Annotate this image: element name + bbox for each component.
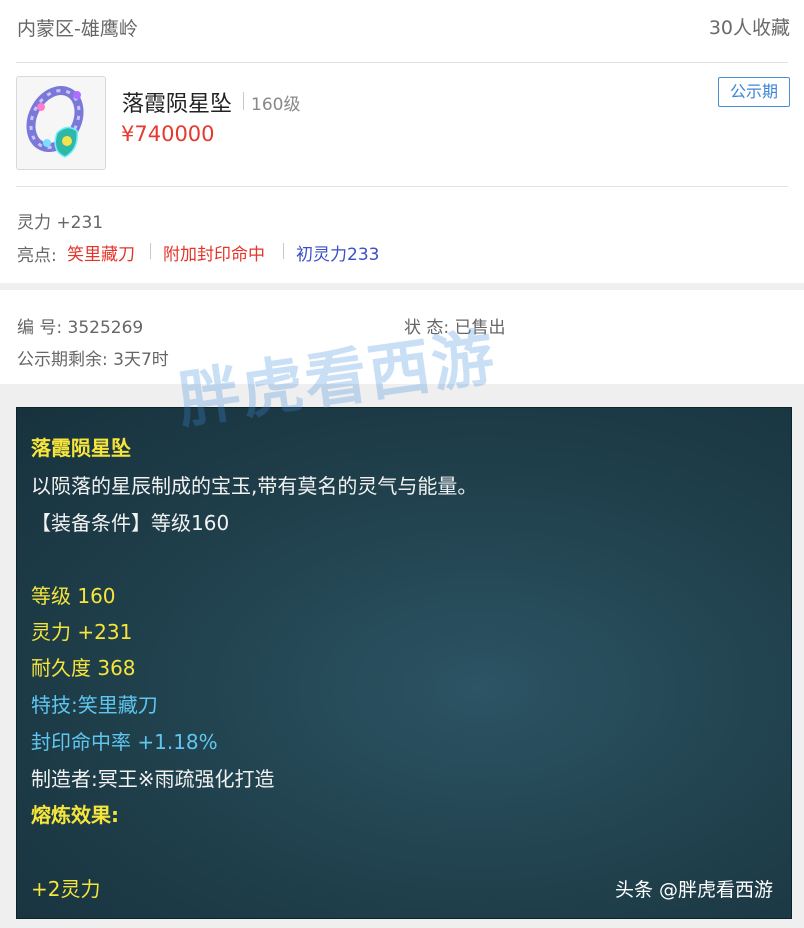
serial-number: 编 号: 3525269 [17,318,144,338]
divider [16,186,788,187]
tooltip-refine-value: +2灵力 [31,877,101,901]
divider [150,243,151,259]
tooltip-title: 落霞陨星坠 [31,436,131,460]
highlight-tag: 笑里藏刀 [67,245,135,265]
tooltip-durability: 耐久度 368 [31,656,136,680]
public-period-remaining: 公示期剩余: 3天7时 [17,350,169,370]
tooltip-requirement: 【装备条件】等级160 [31,511,230,535]
spirit-attribute: 灵力 +231 [17,213,104,233]
item-name[interactable]: 落霞陨星坠 [122,86,232,118]
highlight-tag: 附加封印命中 [163,245,265,265]
divider [243,92,244,110]
divider [283,243,284,259]
item-summary-card: 内蒙区-雄鹰岭 30人收藏 落霞陨星坠 160级 ¥740000 公示期 灵力 … [0,0,804,283]
tooltip-description: 以陨落的星辰制成的宝玉,带有莫名的灵气与能量。 [31,474,478,498]
item-level: 160级 [251,95,301,115]
tooltip-special-skill: 特技:笑里藏刀 [31,693,158,717]
highlights-label: 亮点: [17,246,57,266]
tooltip-spirit: 灵力 +231 [31,620,133,644]
tooltip-level: 等级 160 [31,584,116,608]
highlight-tag: 初灵力233 [296,245,380,265]
jade-pendant-icon[interactable] [16,76,106,170]
item-price: ¥740000 [121,122,215,146]
tooltip-seal-hit: 封印命中率 +1.18% [31,730,218,754]
server-name: 内蒙区-雄鹰岭 [17,18,138,40]
tooltip-maker: 制造者:冥王※雨疏强化打造 [31,767,275,791]
item-tooltip: 落霞陨星坠 以陨落的星辰制成的宝玉,带有莫名的灵气与能量。 【装备条件】等级16… [16,407,792,919]
tooltip-refine-label: 熔炼效果: [31,803,119,827]
source-credit: 头条 @胖虎看西游 [614,879,773,901]
divider [16,62,788,63]
favorites-count[interactable]: 30人收藏 [709,13,790,40]
public-period-badge[interactable]: 公示期 [718,77,790,107]
